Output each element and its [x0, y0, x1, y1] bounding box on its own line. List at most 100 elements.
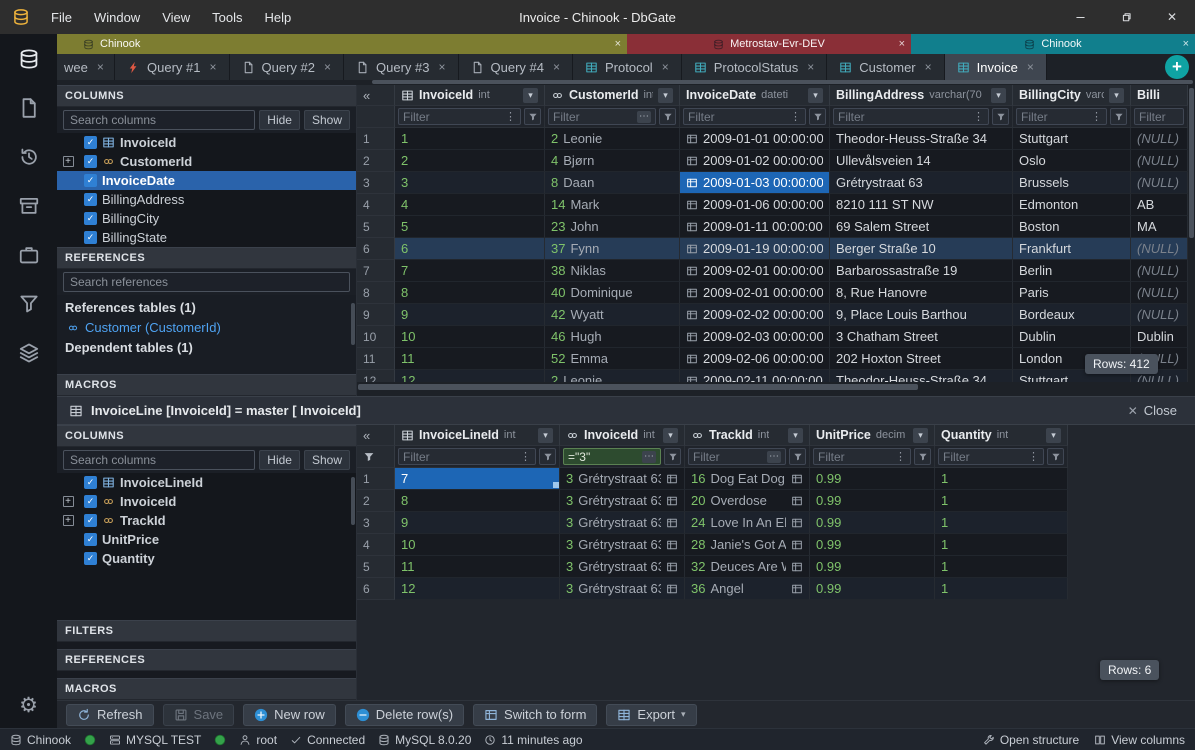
cell-invoiceid[interactable]: 8 [395, 282, 545, 304]
tab-group-1[interactable]: Chinook× [57, 34, 627, 54]
open-reference-icon[interactable] [791, 561, 803, 573]
filter-menu-icon[interactable]: ⋮ [520, 450, 531, 463]
column-header-billingaddress[interactable]: BillingAddressvarchar(70▾ [830, 85, 1013, 106]
cell-billingcity[interactable]: Dublin [1013, 326, 1131, 348]
status-database[interactable]: Chinook [10, 733, 71, 747]
collapse-panel-button[interactable]: « [363, 88, 370, 103]
open-reference-icon[interactable] [791, 539, 803, 551]
filter-menu-icon[interactable]: ⋮ [973, 110, 984, 123]
column-menu-button[interactable]: ▾ [1046, 428, 1061, 443]
cell-invoiceid[interactable]: 2 [395, 150, 545, 172]
filter-input-billingaddress[interactable]: Filter⋮ [833, 108, 989, 125]
filter-funnel-button[interactable] [914, 448, 931, 465]
close-icon[interactable]: × [925, 60, 932, 74]
clear-filter-icon[interactable] [363, 451, 375, 463]
checkbox-checked-icon[interactable]: ✓ [84, 155, 97, 168]
columns-top-search-input[interactable] [63, 110, 255, 130]
cell-invoicedate[interactable]: 2009-02-02 00:00:00 [680, 304, 830, 326]
cell-invoicedate[interactable]: 2009-02-06 00:00:00 [680, 348, 830, 370]
cell-invoicedate[interactable]: 2009-01-01 00:00:00 [680, 128, 830, 150]
column-item-trackid[interactable]: +✓TrackId [57, 511, 356, 530]
column-item-quantity[interactable]: ✓Quantity [57, 549, 356, 568]
cell-invoiceid[interactable]: 10 [395, 326, 545, 348]
cell-unitprice[interactable]: 0.99 [810, 578, 935, 600]
close-icon[interactable]: × [662, 60, 669, 74]
references-search-input[interactable] [63, 272, 350, 292]
menu-window[interactable]: Window [83, 0, 151, 34]
close-icon[interactable]: × [899, 38, 905, 50]
close-icon[interactable]: × [553, 60, 560, 74]
cell-invoicedate[interactable]: 2009-01-02 00:00:00 [680, 150, 830, 172]
checkbox-checked-icon[interactable]: ✓ [84, 212, 97, 225]
checkbox-checked-icon[interactable]: ✓ [84, 193, 97, 206]
columns-top-hide-button[interactable]: Hide [259, 110, 300, 130]
expand-icon[interactable]: + [63, 496, 74, 507]
cell-billingstate[interactable]: (NULL) [1131, 172, 1188, 194]
cell-billingaddress[interactable]: 8, Rue Hanovre [830, 282, 1013, 304]
filter-icon[interactable] [18, 293, 40, 315]
column-header-billi[interactable]: Billi [1131, 85, 1188, 106]
tab-query-2[interactable]: Query #2× [230, 54, 345, 80]
cell-billingaddress[interactable]: 3 Chatham Street [830, 326, 1013, 348]
tab-query-3[interactable]: Query #3× [344, 54, 459, 80]
filter-input-invoicedate[interactable]: Filter⋮ [683, 108, 806, 125]
checkbox-checked-icon[interactable]: ✓ [84, 514, 97, 527]
delete-rows-button[interactable]: Delete row(s) [345, 704, 464, 726]
filter-menu-icon[interactable]: ⋮ [1091, 110, 1102, 123]
filter-options-icon[interactable]: ⋯ [767, 451, 781, 463]
cell-customerid[interactable]: 4Bjørn [545, 150, 680, 172]
cell-trackid[interactable]: 32Deuces Are Wild [685, 556, 810, 578]
column-menu-button[interactable]: ▾ [991, 88, 1006, 103]
cell-billingaddress[interactable]: 8210 111 ST NW [830, 194, 1013, 216]
filter-funnel-button[interactable] [992, 108, 1009, 125]
open-reference-icon[interactable] [666, 539, 678, 551]
column-menu-button[interactable]: ▾ [913, 428, 928, 443]
cell-billingaddress[interactable]: 9, Place Louis Barthou [830, 304, 1013, 326]
open-reference-icon[interactable] [791, 473, 803, 485]
archive-icon[interactable] [18, 195, 40, 217]
cell-billingcity[interactable]: Stuttgart [1013, 128, 1131, 150]
cell-invoicelineid[interactable]: 7 [395, 468, 560, 490]
cell-unitprice[interactable]: 0.99 [810, 512, 935, 534]
cell-trackid[interactable]: 28Janie's Got A Gun [685, 534, 810, 556]
cell-invoiceid[interactable]: 12 [395, 370, 545, 382]
close-icon[interactable]: × [1183, 38, 1189, 50]
cell-unitprice[interactable]: 0.99 [810, 490, 935, 512]
column-item-invoiceid[interactable]: ✓InvoiceId [57, 133, 356, 152]
cell-invoiceid[interactable]: 3Grétrystraat 63 [560, 578, 685, 600]
cell-billingstate[interactable]: (NULL) [1131, 304, 1188, 326]
cell-customerid[interactable]: 37Fynn [545, 238, 680, 260]
cell-quantity[interactable]: 1 [935, 578, 1068, 600]
tab-group-3[interactable]: Chinook× [911, 34, 1195, 54]
close-icon[interactable]: × [324, 60, 331, 74]
cell-quantity[interactable]: 1 [935, 490, 1068, 512]
macros-section-header[interactable]: MACROS [57, 374, 356, 396]
cell-billingaddress[interactable]: Theodor-Heuss-Straße 34 [830, 128, 1013, 150]
close-icon[interactable]: × [97, 60, 104, 74]
filter-input-invoicelineid[interactable]: Filter⋮ [398, 448, 536, 465]
cell-data-icon[interactable] [18, 342, 40, 364]
column-header-billingcity[interactable]: BillingCityvarcha▾ [1013, 85, 1131, 106]
close-detail-button[interactable]: ✕ Close [1128, 403, 1177, 418]
cell-invoicelineid[interactable]: 8 [395, 490, 560, 512]
scrollbar-thumb[interactable] [351, 303, 355, 345]
filter-options-icon[interactable]: ⋯ [642, 451, 656, 463]
menu-file[interactable]: File [40, 0, 83, 34]
cell-billingaddress[interactable]: Berger Straße 10 [830, 238, 1013, 260]
column-item-invoicedate[interactable]: ✓InvoiceDate [57, 171, 356, 190]
column-header-invoiceid[interactable]: InvoiceIdint▾ [395, 85, 545, 106]
references-section-header[interactable]: REFERENCES [57, 649, 356, 671]
filter-input-unitprice[interactable]: Filter⋮ [813, 448, 911, 465]
calendar-icon[interactable] [686, 155, 698, 167]
filter-funnel-button[interactable] [539, 448, 556, 465]
collapse-panel-button[interactable]: « [363, 428, 370, 443]
settings-icon[interactable]: ⚙ [18, 694, 40, 716]
tab-customer[interactable]: Customer× [827, 54, 944, 80]
cell-unitprice[interactable]: 0.99 [810, 556, 935, 578]
cell-quantity[interactable]: 1 [935, 556, 1068, 578]
filter-menu-icon[interactable]: ⋮ [895, 450, 906, 463]
open-structure-button[interactable]: Open structure [983, 733, 1079, 747]
close-icon[interactable]: × [1027, 60, 1034, 74]
cell-invoiceid[interactable]: 5 [395, 216, 545, 238]
filter-input-billi[interactable]: Filter [1134, 108, 1184, 125]
